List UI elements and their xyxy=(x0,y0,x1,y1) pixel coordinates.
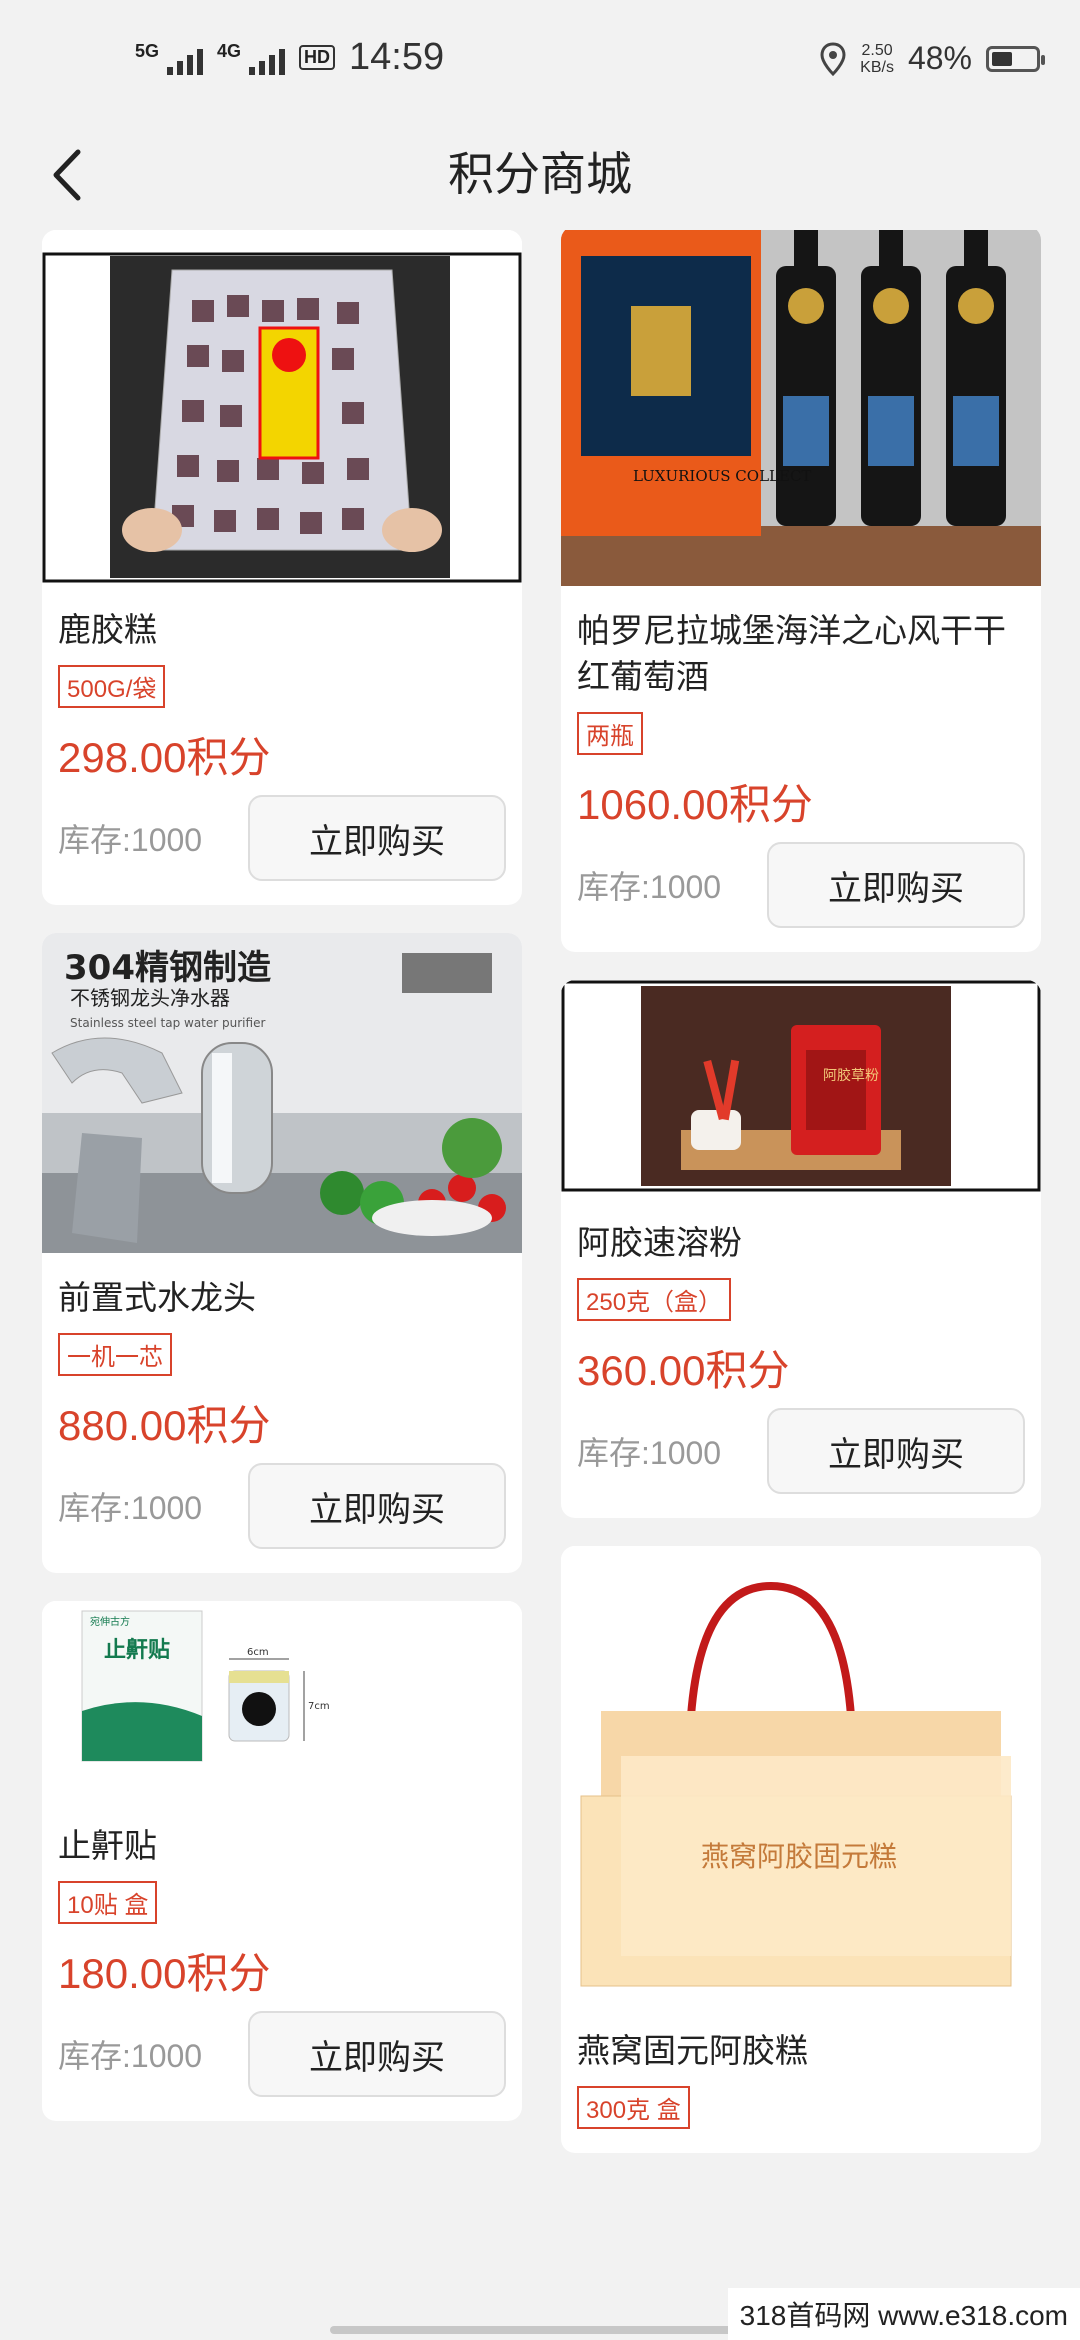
battery-percent: 48% xyxy=(907,40,972,76)
product-card[interactable]: 304精钢制造 不锈钢龙头净水器 Stainless steel tap wat… xyxy=(42,933,522,1573)
patch-box-title: 止鼾贴 xyxy=(104,1637,170,1663)
banner-english: Stainless steel tap water purifier xyxy=(70,1016,265,1030)
location-icon xyxy=(820,41,846,76)
product-name: 前置式水龙头 xyxy=(58,1279,256,1316)
signal-5g-icon: 5G xyxy=(135,41,204,75)
signal-4g-icon: 4G xyxy=(217,41,286,75)
page-title: 积分商城 xyxy=(448,148,632,200)
buy-now-button[interactable]: 立即购买 xyxy=(248,2011,506,2097)
product-name: 鹿胶糕 xyxy=(58,611,157,648)
banner-title: 304精钢制造 xyxy=(64,948,271,988)
stock-label: 库存:1000 xyxy=(58,822,203,858)
spec-badge: 10贴 盒 xyxy=(58,1881,158,1924)
hd-voice-icon: HD xyxy=(299,45,336,70)
patch-height-label: 7cm xyxy=(308,1701,330,1712)
product-card[interactable]: LUXURIOUS COLLECT 帕罗尼拉城堡海洋之心风干干红葡萄酒 两瓶 1… xyxy=(561,230,1041,952)
gift-box-text: 燕窝阿胶固元糕 xyxy=(701,1840,897,1873)
product-image[interactable]: 止鼾贴 宛伸古方 6cm 7cm xyxy=(42,1601,522,1801)
product-price: 298.00积分 xyxy=(58,734,271,781)
spec-badge: 500G/袋 xyxy=(58,665,166,708)
product-price: 360.00积分 xyxy=(577,1347,790,1394)
status-bar: 5G 4G HD 14:59 2.50 KB/s 48% xyxy=(0,0,1080,120)
stock-label: 库存:1000 xyxy=(577,1435,722,1471)
product-price: 1060.00积分 xyxy=(577,781,813,828)
patch-box-brand: 宛伸古方 xyxy=(90,1615,130,1628)
product-name: 阿胶速溶粉 xyxy=(577,1224,742,1261)
spec-badge: 一机一芯 xyxy=(58,1333,172,1376)
product-name: 燕窝固元阿胶糕 xyxy=(577,2032,808,2069)
buy-now-button[interactable]: 立即购买 xyxy=(767,842,1025,928)
product-card[interactable]: 止鼾贴 宛伸古方 6cm 7cm 止鼾贴 10贴 盒 180.00积分 库存:1… xyxy=(42,1601,522,2121)
app-header: 积分商城 xyxy=(0,120,1080,230)
buy-now-button[interactable]: 立即购买 xyxy=(248,1463,506,1549)
spec-badge: 250克（盒） xyxy=(577,1278,732,1321)
spec-badge: 300克 盒 xyxy=(577,2086,690,2129)
product-image[interactable]: 燕窝阿胶固元糕 xyxy=(561,1546,1041,2006)
buy-now-button[interactable]: 立即购买 xyxy=(248,795,506,881)
buy-now-button[interactable]: 立即购买 xyxy=(767,1408,1025,1494)
product-card[interactable]: 阿胶草粉 阿胶速溶粉 250克（盒） 360.00积分 库存:1000 立即购买 xyxy=(561,980,1041,1518)
product-image[interactable] xyxy=(42,230,522,585)
home-indicator[interactable] xyxy=(330,2326,750,2334)
can-text: 阿胶草粉 xyxy=(823,1067,879,1084)
stock-label: 库存:1000 xyxy=(58,1490,203,1526)
product-image[interactable]: LUXURIOUS COLLECT xyxy=(561,230,1041,586)
product-price: 880.00积分 xyxy=(58,1402,271,1449)
product-card[interactable]: 鹿胶糕 500G/袋 298.00积分 库存:1000 立即购买 xyxy=(42,230,522,905)
battery-icon xyxy=(986,45,1045,72)
watermark: 318首码网 www.e318.com xyxy=(727,2288,1080,2340)
stock-label: 库存:1000 xyxy=(58,2038,203,2074)
right-column: LUXURIOUS COLLECT 帕罗尼拉城堡海洋之心风干干红葡萄酒 两瓶 1… xyxy=(561,230,1041,2181)
left-column: 鹿胶糕 500G/袋 298.00积分 库存:1000 立即购买 304精钢制造… xyxy=(42,230,522,2149)
product-card[interactable]: 燕窝阿胶固元糕 燕窝固元阿胶糕 300克 盒 xyxy=(561,1546,1041,2153)
product-image[interactable]: 阿胶草粉 xyxy=(561,980,1041,1198)
product-image[interactable]: 304精钢制造 不锈钢龙头净水器 Stainless steel tap wat… xyxy=(42,933,522,1253)
spec-badge: 两瓶 xyxy=(577,712,643,755)
network-speed: 2.50 KB/s xyxy=(860,41,894,76)
banner-subtitle: 不锈钢龙头净水器 xyxy=(70,986,230,1010)
wine-box-text: LUXURIOUS COLLECT xyxy=(633,467,811,485)
patch-width-label: 6cm xyxy=(247,1647,269,1658)
product-grid: 鹿胶糕 500G/袋 298.00积分 库存:1000 立即购买 304精钢制造… xyxy=(0,230,1080,2340)
clock: 14:59 xyxy=(349,36,445,78)
product-price: 180.00积分 xyxy=(58,1950,271,1997)
product-name: 帕罗尼拉城堡海洋之心风干干红葡萄酒 xyxy=(577,612,1006,695)
product-name: 止鼾贴 xyxy=(58,1827,157,1864)
stock-label: 库存:1000 xyxy=(577,869,722,905)
